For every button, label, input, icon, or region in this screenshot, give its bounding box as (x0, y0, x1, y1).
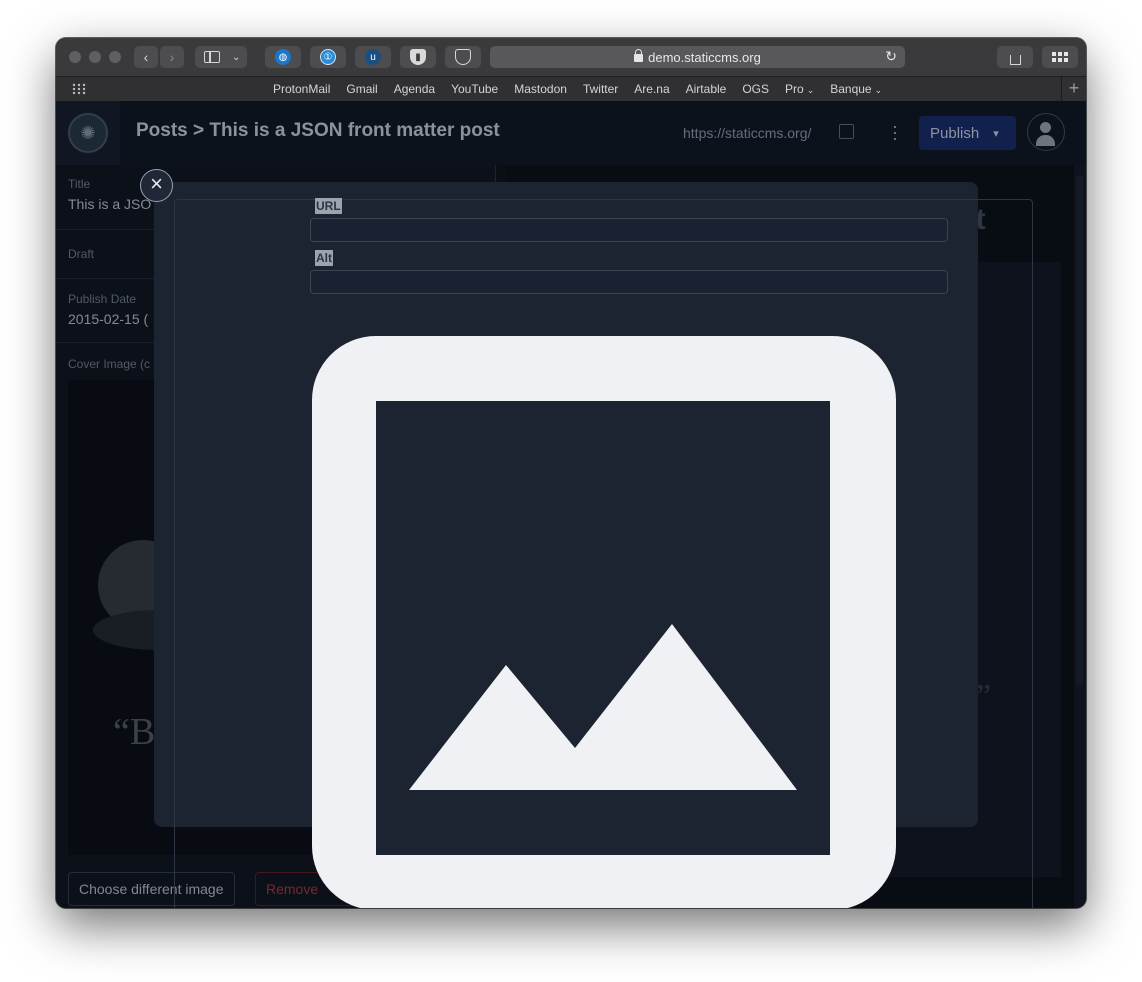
chevron-right-icon: › (169, 49, 175, 65)
extension-button-3[interactable]: u (355, 46, 391, 68)
bookmark-youtube[interactable]: YouTube (451, 82, 498, 96)
lock-icon (634, 49, 644, 62)
bookmark-folder-banque[interactable]: Banque ⌄ (830, 82, 882, 96)
reload-icon[interactable]: ↻ (885, 48, 897, 65)
chevron-down-icon: ⌄ (806, 85, 815, 95)
alt-label: Alt (315, 250, 333, 266)
minimize-window-button[interactable] (89, 51, 101, 63)
bookmark-gmail[interactable]: Gmail (346, 82, 377, 96)
password-manager-icon: ① (320, 49, 336, 65)
browser-window: ‹ › ⌄ ◍ ① u ▮ demo.staticcms.org ↻ Proto… (56, 38, 1086, 908)
bookmark-folder-pro[interactable]: Pro ⌄ (785, 82, 814, 96)
new-tab-button[interactable]: + (1061, 77, 1086, 101)
sidebar-icon (204, 51, 220, 63)
bookmark-airtable[interactable]: Airtable (686, 82, 727, 96)
alt-input[interactable] (310, 270, 948, 294)
bookmark-agenda[interactable]: Agenda (394, 82, 435, 96)
image-placeholder-icon (312, 336, 896, 908)
zoom-window-button[interactable] (109, 51, 121, 63)
close-window-button[interactable] (69, 51, 81, 63)
extension-globe-icon: ◍ (275, 49, 291, 65)
url-label: URL (315, 198, 342, 214)
back-button[interactable]: ‹ (134, 46, 158, 68)
extension-button-5[interactable] (445, 46, 481, 68)
close-icon: × (150, 171, 163, 196)
bookmark-arena[interactable]: Are.na (634, 82, 669, 96)
extension-button-1[interactable]: ◍ (265, 46, 301, 68)
bookmark-list: ProtonMail Gmail Agenda YouTube Mastodon… (273, 77, 898, 101)
chevron-down-icon: ⌄ (232, 51, 241, 63)
url-input[interactable] (310, 218, 948, 242)
bookmark-protonmail[interactable]: ProtonMail (273, 82, 330, 96)
bookmark-ogs[interactable]: OGS (742, 82, 769, 96)
forward-button[interactable]: › (160, 46, 184, 68)
apps-grid-icon[interactable] (72, 83, 86, 95)
close-modal-button[interactable]: × (140, 169, 173, 202)
extension-button-2[interactable]: ① (310, 46, 346, 68)
bookmark-twitter[interactable]: Twitter (583, 82, 618, 96)
privacy-shield-icon (455, 49, 471, 65)
extension-button-4[interactable]: ▮ (400, 46, 436, 68)
address-url: demo.staticcms.org (648, 49, 761, 65)
address-bar[interactable]: demo.staticcms.org ↻ (490, 46, 905, 68)
tab-overview-button[interactable] (1042, 46, 1078, 68)
chevron-down-icon: ⌄ (874, 85, 883, 95)
ublock-icon: u (365, 49, 381, 65)
bookmark-mastodon[interactable]: Mastodon (514, 82, 567, 96)
chevron-left-icon: ‹ (143, 49, 149, 65)
bookmarks-bar: ProtonMail Gmail Agenda YouTube Mastodon… (56, 77, 1086, 102)
share-button[interactable] (997, 46, 1033, 68)
grid-icon (1052, 52, 1068, 62)
sidebar-toggle-button[interactable]: ⌄ (195, 46, 247, 68)
browser-toolbar: ‹ › ⌄ ◍ ① u ▮ demo.staticcms.org ↻ (56, 38, 1086, 77)
share-icon (1009, 55, 1021, 65)
shield-icon: ▮ (410, 49, 426, 65)
